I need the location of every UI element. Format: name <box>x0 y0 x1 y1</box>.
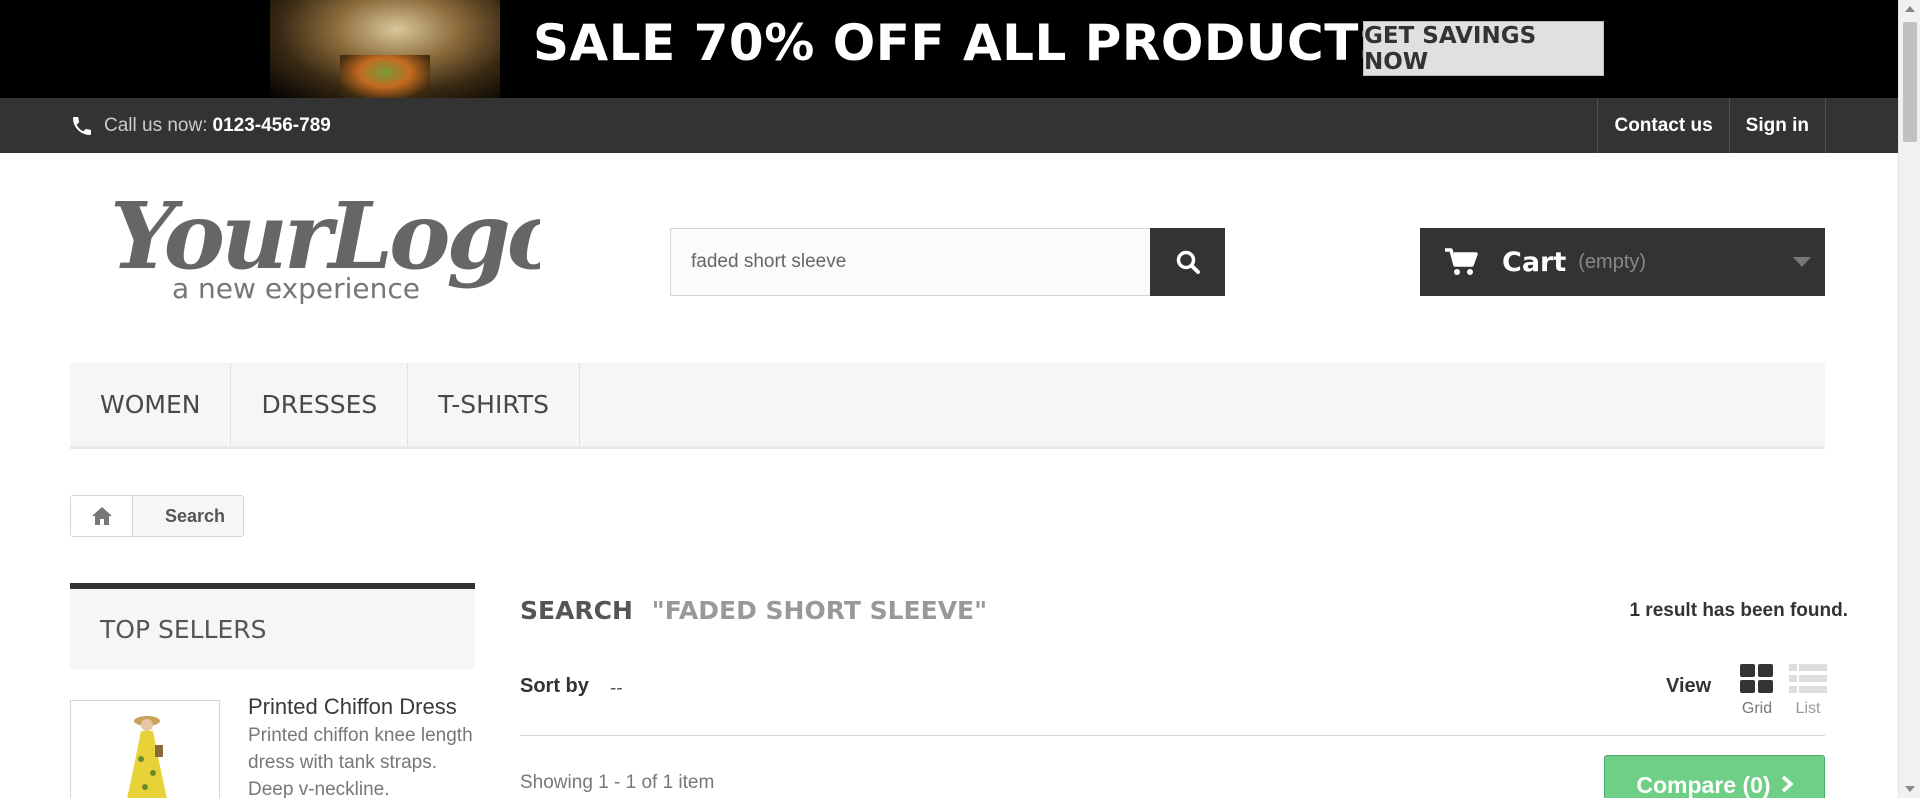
cart-icon <box>1445 248 1478 275</box>
product-name-link[interactable]: Printed Chiffon Dress <box>248 694 457 720</box>
search-input[interactable] <box>670 228 1151 296</box>
menu-item-women[interactable]: Women <box>70 363 232 446</box>
breadcrumb: Search <box>70 495 245 537</box>
breadcrumb-home[interactable] <box>71 496 133 536</box>
product-image <box>71 701 219 798</box>
contact-us-link[interactable]: Contact us <box>1597 98 1728 153</box>
phone-icon <box>73 116 91 135</box>
page-heading: Search "faded short sleeve" <box>520 596 987 625</box>
get-savings-button[interactable]: GET SAVINGS NOW <box>1363 21 1604 76</box>
promo-banner[interactable]: SALE 70% OFF ALL PRODUCTS GET SAVINGS NO… <box>0 0 1898 98</box>
sign-in-link[interactable]: Sign in <box>1728 98 1826 153</box>
chevron-down-icon <box>1793 257 1811 267</box>
banner-model-image <box>270 0 500 98</box>
compare-button[interactable]: Compare (0) <box>1604 755 1825 798</box>
list-icon <box>1789 664 1827 693</box>
view-list-label: List <box>1795 700 1821 717</box>
product-thumbnail[interactable] <box>70 700 220 798</box>
sort-select[interactable]: -- <box>610 678 623 700</box>
sort-bar: Sort by -- View Grid List <box>520 660 1828 736</box>
showing-count: Showing 1 - 1 of 1 item <box>520 772 715 793</box>
view-grid-button[interactable]: Grid <box>1738 664 1776 718</box>
cart-button[interactable]: Cart (empty) <box>1420 228 1825 296</box>
search-button[interactable] <box>1150 228 1225 296</box>
cart-status: (empty) <box>1578 250 1647 273</box>
top-nav-bar: Call us now: 0123-456-789 Contact us Sig… <box>0 98 1898 153</box>
top-nav-links: Contact us Sign in <box>1597 98 1826 153</box>
logo-graphic: YourLogo a new experience <box>110 182 570 305</box>
top-sellers-title[interactable]: Top sellers <box>70 583 475 669</box>
sort-label: Sort by <box>520 675 589 697</box>
chevron-right-icon <box>1781 772 1794 798</box>
view-label: View <box>1666 675 1712 697</box>
search-form <box>670 228 1225 296</box>
scrollbar-thumb[interactable] <box>1903 22 1917 142</box>
search-icon <box>1176 250 1200 274</box>
phone-info: Call us now: 0123-456-789 <box>70 98 331 153</box>
home-icon <box>91 507 112 525</box>
cart-label: Cart <box>1502 246 1567 278</box>
search-query: "faded short sleeve" <box>651 596 988 625</box>
scroll-down-arrow-icon[interactable] <box>1905 786 1915 792</box>
menu-item-dresses[interactable]: Dresses <box>231 363 409 446</box>
phone-prefix: Call us now: <box>104 114 208 136</box>
scroll-up-arrow-icon[interactable] <box>1905 6 1915 12</box>
site-logo[interactable]: YourLogo a new experience <box>100 180 570 320</box>
view-grid-label: Grid <box>1741 700 1773 717</box>
banner-headline: SALE 70% OFF ALL PRODUCTS <box>533 14 1396 72</box>
page-scrollbar[interactable] <box>1898 0 1920 798</box>
result-count: 1 result has been found. <box>1629 600 1848 621</box>
product-description: Printed chiffon knee length dress with t… <box>248 725 473 798</box>
main-menu: Women Dresses T-shirts <box>70 363 1825 449</box>
phone-number: 0123-456-789 <box>212 114 331 136</box>
page-heading-label: Search <box>520 596 633 625</box>
menu-item-tshirts[interactable]: T-shirts <box>408 363 581 446</box>
breadcrumb-current: Search <box>165 505 226 526</box>
logo-tagline: a new experience <box>172 272 420 305</box>
compare-label: Compare (0) <box>1636 771 1771 798</box>
view-list-button[interactable]: List <box>1788 664 1828 718</box>
grid-icon <box>1740 664 1773 693</box>
